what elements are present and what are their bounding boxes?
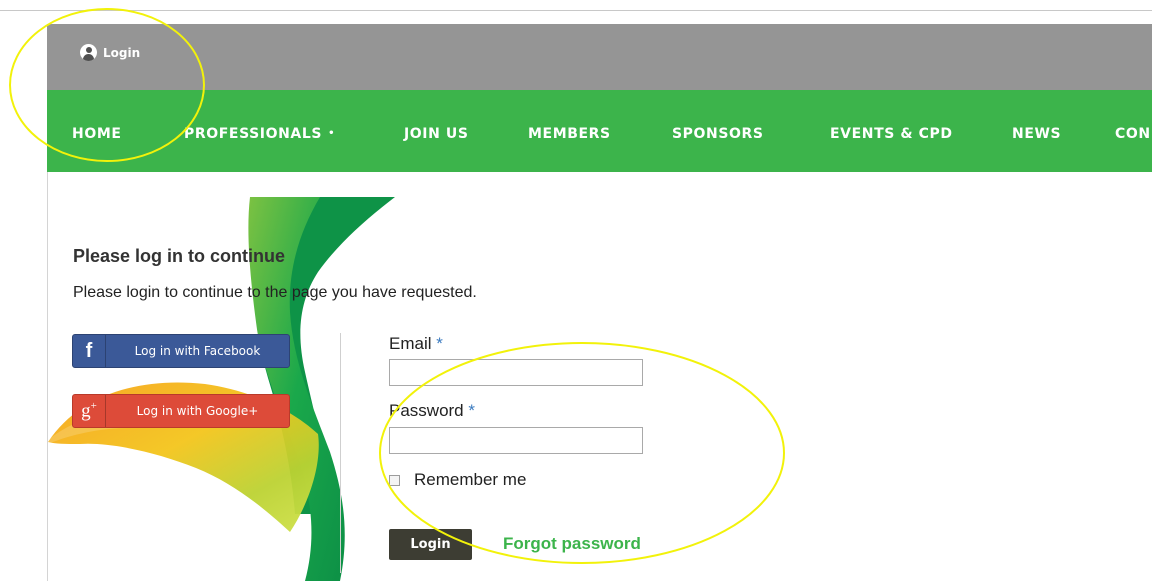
nav-item-professionals[interactable]: PROFESSIONALS •: [184, 126, 335, 142]
google-login-label: Log in with Google+: [136, 404, 259, 418]
nav-item-sponsors[interactable]: SPONSORS: [672, 126, 764, 142]
facebook-login-button[interactable]: f Log in with Facebook: [72, 334, 290, 368]
utility-bar: Login: [47, 24, 1152, 90]
nav-item-news[interactable]: NEWS: [1012, 126, 1061, 142]
nav-item-contact[interactable]: CON: [1115, 126, 1151, 142]
nav-item-home[interactable]: HOME: [72, 126, 122, 142]
email-field[interactable]: [389, 359, 643, 386]
facebook-icon: f: [73, 335, 106, 367]
google-plus-icon: g+: [73, 395, 106, 427]
forgot-password-link[interactable]: Forgot password: [503, 534, 641, 554]
main-nav: HOME PROFESSIONALS • JOIN US MEMBERS SPON…: [47, 90, 1152, 172]
google-plus-icon-glyph: g: [81, 400, 91, 422]
password-label-text: Password: [389, 401, 464, 420]
facebook-icon-glyph: f: [85, 339, 93, 362]
google-login-button[interactable]: g+ Log in with Google+: [72, 394, 290, 428]
column-divider: [340, 333, 341, 573]
page-title: Please log in to continue: [73, 246, 286, 266]
nav-item-events-cpd[interactable]: EVENTS & CPD: [830, 126, 953, 142]
nav-item-join-us[interactable]: JOIN US: [404, 126, 469, 142]
google-plus-icon-sup: +: [90, 399, 97, 412]
remember-me-option[interactable]: Remember me: [389, 470, 526, 490]
email-label-text: Email: [389, 334, 432, 353]
login-submit-button[interactable]: Login: [389, 529, 472, 560]
dropdown-indicator-icon: •: [328, 128, 336, 139]
remember-me-label: Remember me: [414, 470, 527, 489]
nav-item-members[interactable]: MEMBERS: [528, 126, 611, 142]
header-login-link[interactable]: Login: [80, 44, 140, 61]
header-login-label: Login: [103, 45, 141, 60]
password-required-mark: *: [468, 401, 475, 420]
password-field[interactable]: [389, 427, 643, 454]
user-icon: [80, 44, 97, 61]
remember-me-checkbox[interactable]: [389, 474, 400, 486]
facebook-login-label: Log in with Facebook: [134, 344, 261, 358]
email-label: Email *: [389, 334, 443, 354]
password-label: Password *: [389, 401, 475, 421]
nav-item-professionals-label: PROFESSIONALS: [184, 126, 323, 142]
top-divider: [0, 10, 1152, 11]
page-subtitle: Please login to continue to the page you…: [73, 284, 477, 301]
email-required-mark: *: [436, 334, 443, 353]
